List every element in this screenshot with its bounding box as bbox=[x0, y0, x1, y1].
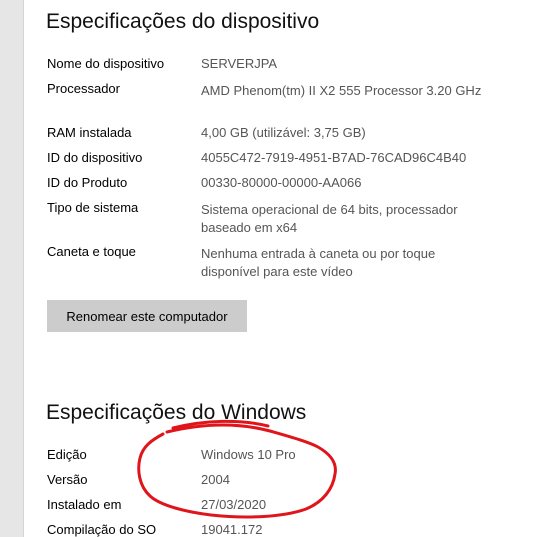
pen-touch-value: Nenhuma entrada à caneta ou por toque di… bbox=[201, 246, 436, 279]
product-id-value: 00330-80000-00000-AA066 bbox=[201, 175, 362, 190]
device-name-label: Nome do dispositivo bbox=[47, 56, 165, 71]
pen-touch-label: Caneta e toque bbox=[47, 244, 136, 259]
product-id-label: ID do Produto bbox=[47, 175, 128, 190]
windows-specs-title: Especificações do Windows bbox=[46, 401, 307, 424]
system-type-label: Tipo de sistema bbox=[47, 200, 139, 215]
navigation-pane-edge bbox=[0, 0, 24, 537]
ram-value: 4,00 GB (utilizável: 3,75 GB) bbox=[201, 125, 366, 140]
edition-value: Windows 10 Pro bbox=[201, 447, 296, 462]
os-build-label: Compilação do SO bbox=[47, 522, 157, 537]
device-id-label: ID do dispositivo bbox=[47, 150, 143, 165]
version-label: Versão bbox=[47, 472, 88, 487]
os-build-value: 19041.172 bbox=[201, 522, 263, 537]
settings-about-page: Especificações do dispositivo Nome do di… bbox=[0, 0, 541, 537]
device-specs-title: Especificações do dispositivo bbox=[46, 10, 320, 33]
ram-label: RAM instalada bbox=[47, 125, 132, 140]
installed-on-label: Instalado em bbox=[47, 497, 122, 512]
device-id-value: 4055C472-7919-4951-B7AD-76CAD96C4B40 bbox=[201, 150, 467, 165]
version-value: 2004 bbox=[201, 472, 230, 487]
system-type-value: Sistema operacional de 64 bits, processa… bbox=[201, 202, 458, 235]
processor-value: AMD Phenom(tm) II X2 555 Processor 3.20 … bbox=[201, 83, 482, 98]
rename-computer-button[interactable]: Renomear este computador bbox=[47, 300, 247, 332]
installed-on-value: 27/03/2020 bbox=[201, 497, 267, 512]
processor-label: Processador bbox=[47, 81, 120, 96]
edition-label: Edição bbox=[47, 447, 87, 462]
device-name-value: SERVERJPA bbox=[201, 56, 278, 71]
